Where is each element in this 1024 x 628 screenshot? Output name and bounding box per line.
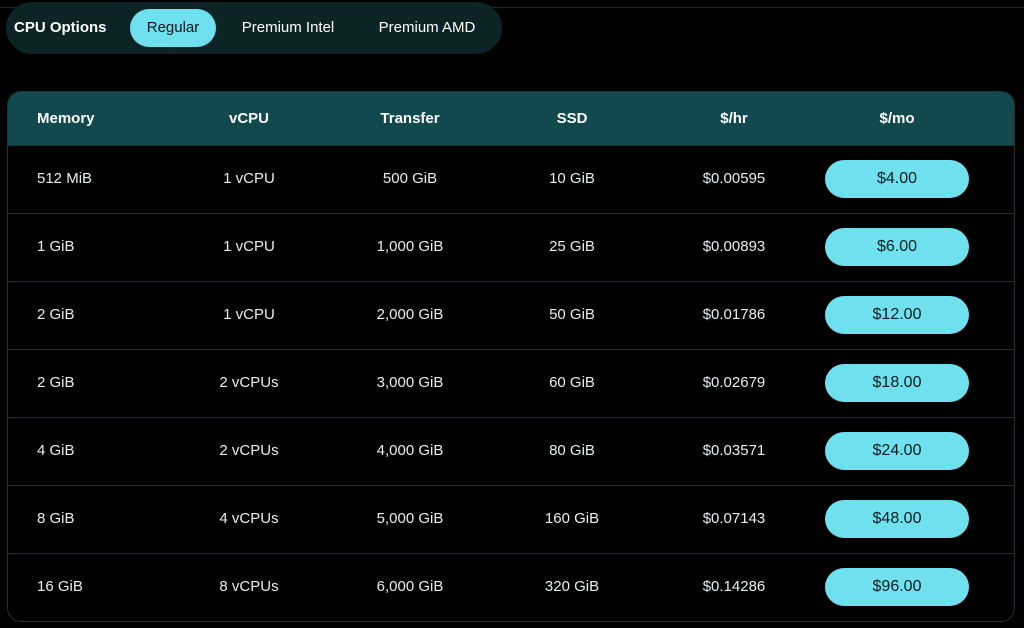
cell-hourly: $0.01786 (702, 306, 766, 323)
tab-premium-intel[interactable]: Premium Intel (226, 9, 350, 47)
cell-ssd: 25 GiB (549, 238, 595, 255)
cell-vcpu: 2 vCPUs (219, 442, 279, 459)
table-row: 2 GiB 2 vCPUs 3,000 GiB 60 GiB $0.02679 … (8, 349, 1014, 417)
cell-vcpu: 1 vCPU (223, 306, 275, 323)
monthly-price-button[interactable]: $12.00 (825, 296, 969, 334)
cell-memory: 2 GiB (37, 306, 75, 323)
monthly-price-button[interactable]: $6.00 (825, 228, 969, 266)
table-header: Memory vCPU Transfer SSD $/hr $/mo (8, 92, 1014, 145)
header-monthly: $/mo (879, 110, 915, 127)
monthly-price-button[interactable]: $4.00 (825, 160, 969, 198)
table-row: 4 GiB 2 vCPUs 4,000 GiB 80 GiB $0.03571 … (8, 417, 1014, 485)
cell-transfer: 5,000 GiB (376, 510, 444, 527)
table-row: 8 GiB 4 vCPUs 5,000 GiB 160 GiB $0.07143… (8, 485, 1014, 553)
cell-ssd: 10 GiB (549, 170, 595, 187)
cell-transfer: 500 GiB (382, 170, 438, 187)
cell-vcpu: 2 vCPUs (219, 374, 279, 391)
cell-ssd: 60 GiB (549, 374, 595, 391)
table-row: 2 GiB 1 vCPU 2,000 GiB 50 GiB $0.01786 $… (8, 281, 1014, 349)
cell-memory: 16 GiB (37, 578, 83, 595)
cell-transfer: 2,000 GiB (376, 306, 444, 323)
cell-memory: 4 GiB (37, 442, 75, 459)
cell-hourly: $0.00893 (702, 238, 766, 255)
header-ssd: SSD (556, 110, 588, 127)
monthly-price-button[interactable]: $96.00 (825, 568, 969, 606)
cell-transfer: 3,000 GiB (376, 374, 444, 391)
cell-ssd: 160 GiB (544, 510, 600, 527)
cell-hourly: $0.14286 (702, 578, 766, 595)
cell-hourly: $0.03571 (702, 442, 766, 459)
table-row: 1 GiB 1 vCPU 1,000 GiB 25 GiB $0.00893 $… (8, 213, 1014, 281)
header-memory: Memory (37, 110, 95, 127)
pricing-table: Memory vCPU Transfer SSD $/hr $/mo 512 M… (7, 91, 1015, 622)
header-transfer: Transfer (380, 110, 440, 127)
cpu-options-bar: CPU Options Regular Premium Intel Premiu… (6, 2, 502, 54)
cell-ssd: 80 GiB (549, 442, 595, 459)
cpu-options-label: CPU Options (14, 19, 107, 36)
cell-memory: 512 MiB (37, 170, 93, 187)
cell-ssd: 320 GiB (544, 578, 600, 595)
cell-transfer: 4,000 GiB (376, 442, 444, 459)
cell-memory: 2 GiB (37, 374, 75, 391)
table-row: 16 GiB 8 vCPUs 6,000 GiB 320 GiB $0.1428… (8, 553, 1014, 621)
cell-hourly: $0.00595 (702, 170, 766, 187)
monthly-price-button[interactable]: $18.00 (825, 364, 969, 402)
tab-regular[interactable]: Regular (130, 9, 216, 47)
pricing-page: CPU Options Regular Premium Intel Premiu… (0, 0, 1024, 628)
table-row: 512 MiB 1 vCPU 500 GiB 10 GiB $0.00595 $… (8, 145, 1014, 213)
cell-hourly: $0.02679 (702, 374, 766, 391)
cell-ssd: 50 GiB (549, 306, 595, 323)
cell-vcpu: 4 vCPUs (219, 510, 279, 527)
cell-vcpu: 1 vCPU (223, 238, 275, 255)
cell-hourly: $0.07143 (702, 510, 766, 527)
header-hourly: $/hr (720, 110, 748, 127)
cell-vcpu: 1 vCPU (223, 170, 275, 187)
cell-transfer: 6,000 GiB (376, 578, 444, 595)
monthly-price-button[interactable]: $48.00 (825, 500, 969, 538)
cell-memory: 1 GiB (37, 238, 75, 255)
cell-vcpu: 8 vCPUs (219, 578, 279, 595)
header-vcpu: vCPU (228, 110, 269, 127)
monthly-price-button[interactable]: $24.00 (825, 432, 969, 470)
cell-memory: 8 GiB (37, 510, 75, 527)
tab-premium-amd[interactable]: Premium AMD (362, 9, 492, 47)
cell-transfer: 1,000 GiB (376, 238, 444, 255)
